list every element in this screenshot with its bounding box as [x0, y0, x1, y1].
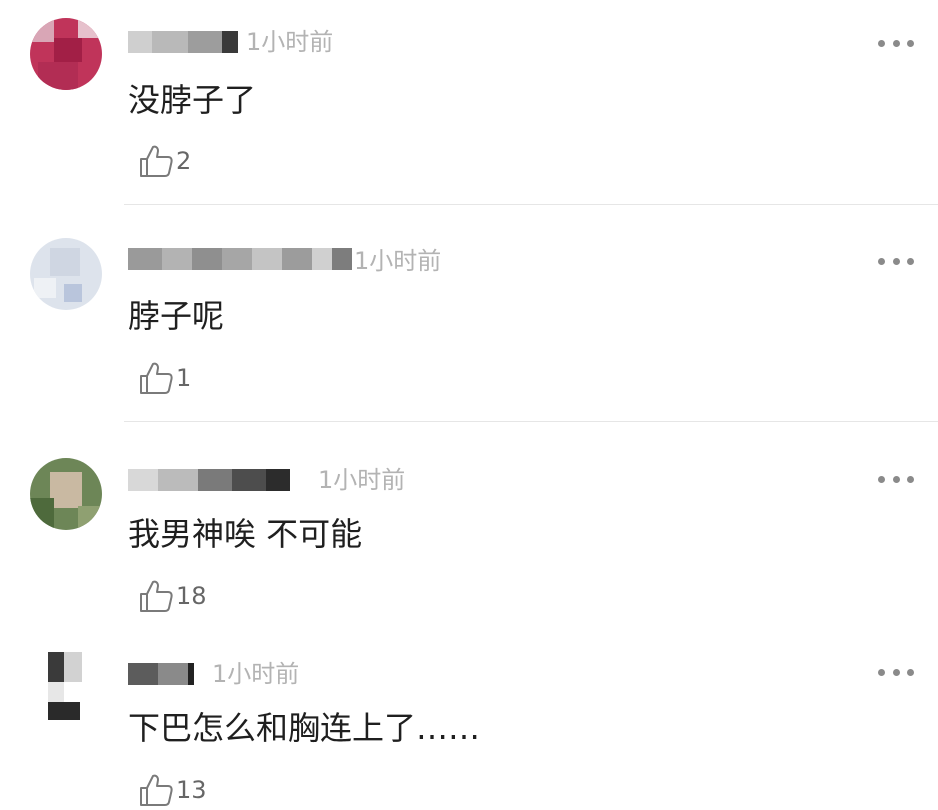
- comment-item: 1小时前 下巴怎么和胸连上了…… 13: [0, 0, 938, 810]
- thumbs-up-icon: [140, 774, 173, 806]
- avatar[interactable]: [30, 652, 102, 724]
- comment-text: 下巴怎么和胸连上了……: [128, 709, 481, 747]
- username[interactable]: [128, 660, 194, 688]
- comment-list: 1小时前 没脖子了 2 1小时前 脖子呢 1 1小时前 我男神唉 不可能 18 …: [0, 0, 938, 810]
- comment-time: 1小时前: [212, 660, 300, 688]
- more-icon[interactable]: [878, 667, 914, 677]
- like-count: 13: [176, 776, 207, 804]
- like-button[interactable]: 13: [138, 772, 207, 808]
